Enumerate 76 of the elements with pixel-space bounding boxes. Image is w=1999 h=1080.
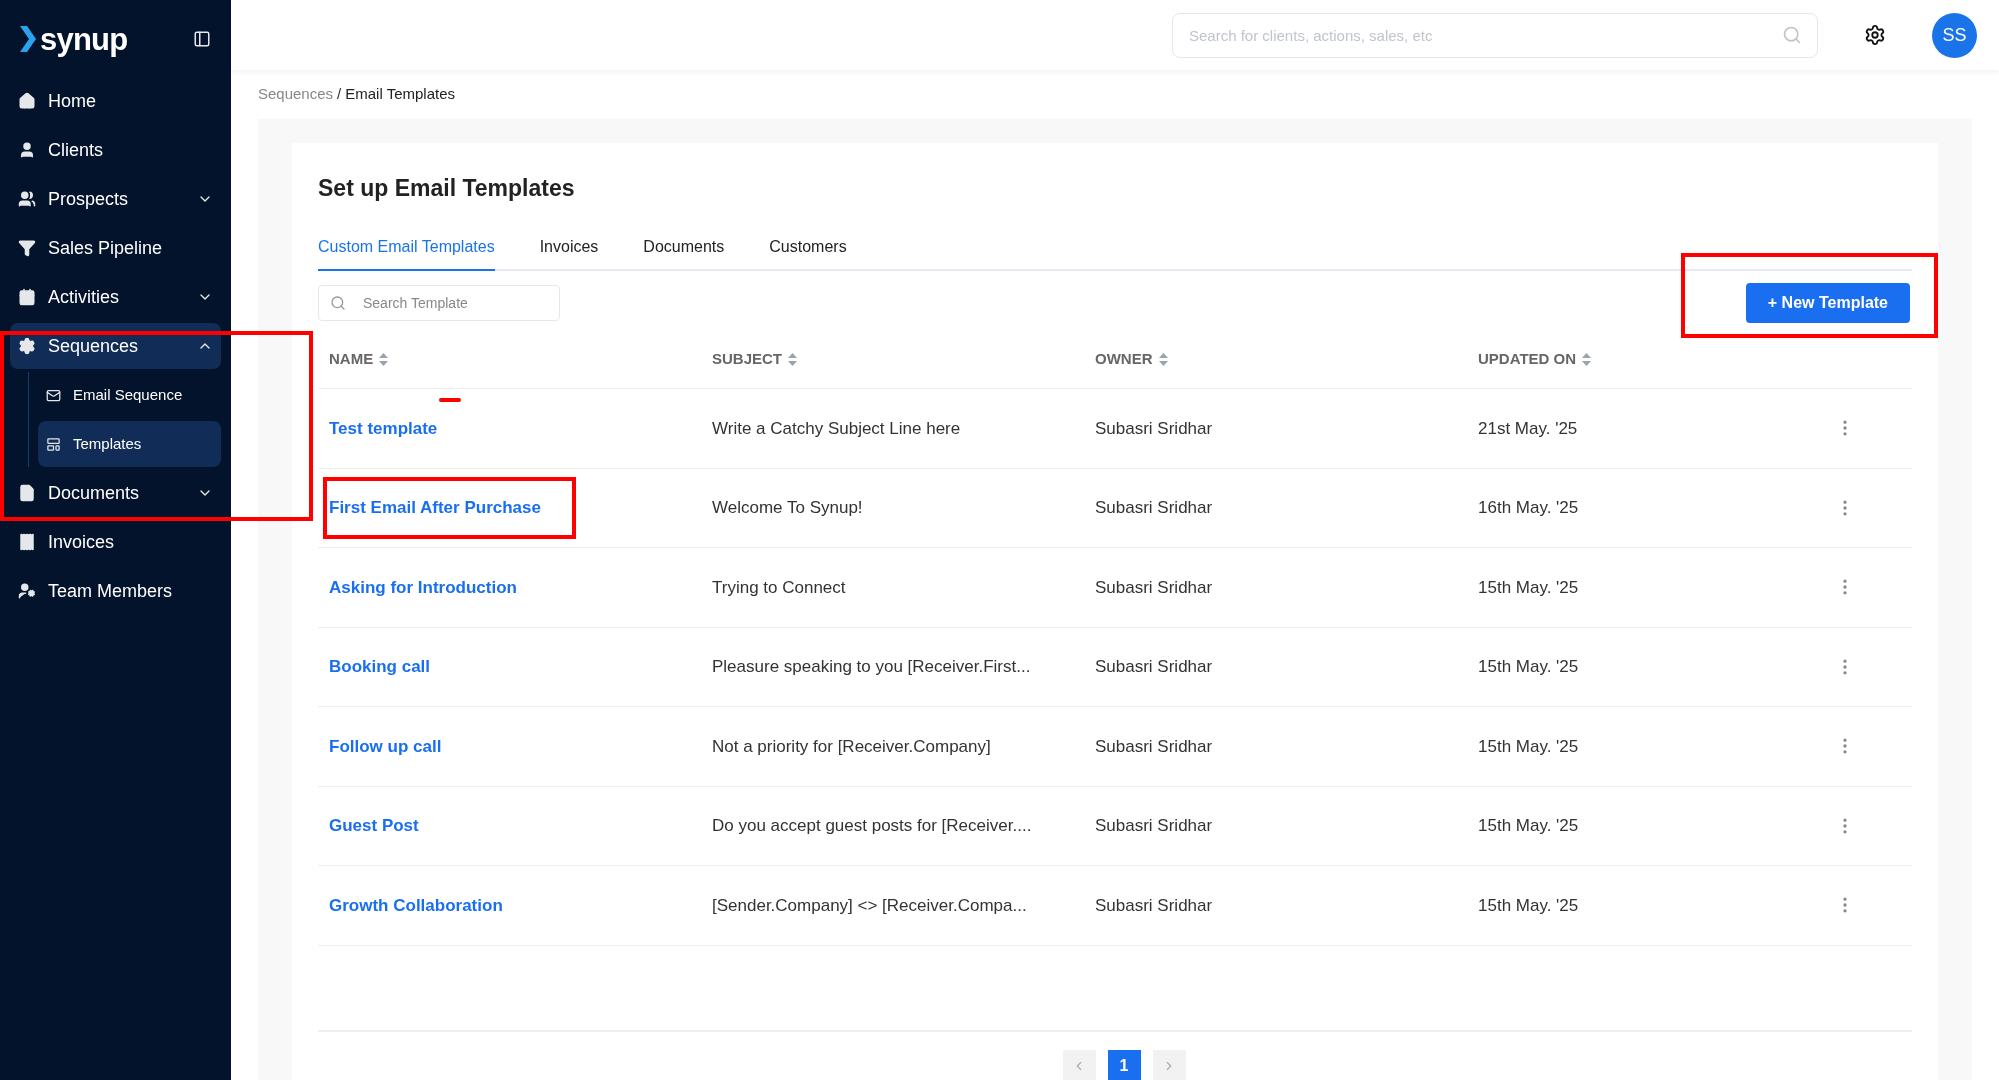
global-search-field[interactable]: Search for clients, actions, sales, etc	[1172, 12, 1818, 58]
table-cell: Subasri Sridhar	[1095, 657, 1213, 676]
table-cell: Trying to Connect	[712, 577, 846, 597]
table-cell: 15th May. '25	[1478, 895, 1579, 915]
nav-icon	[18, 533, 36, 551]
brand-logo[interactable]: synup	[40, 23, 128, 55]
template-name-link[interactable]: Guest Post	[329, 816, 419, 835]
page-button[interactable]: 1	[1107, 1049, 1141, 1080]
template-name-link[interactable]: Asking for Introduction	[329, 577, 517, 597]
sort-icon[interactable]	[1158, 353, 1168, 366]
sort-icon[interactable]	[788, 353, 797, 366]
tab[interactable]: Custom Email Templates	[318, 235, 495, 271]
table-cell: Not a priority for [Receiver.Company]	[712, 736, 991, 756]
table-cell: Subasri Sridhar	[1095, 418, 1213, 438]
nav-icon	[18, 141, 36, 159]
sidebar-item[interactable]: Prospects	[10, 176, 221, 222]
nav-icon	[18, 239, 36, 257]
nav-icon	[18, 337, 36, 355]
table-cell: 21st May. '25	[1478, 418, 1578, 438]
table-cell: [Sender.Company] <> [Receiver.Compa...	[712, 895, 1027, 915]
column-header: SUBJECT	[712, 349, 782, 370]
table-cell: Pleasure speaking to you [Receiver.First...	[712, 657, 1031, 676]
breadcrumb-link[interactable]: Sequences	[258, 83, 334, 106]
table-cell: Subasri Sridhar	[1095, 816, 1213, 835]
settings-icon[interactable]	[1864, 24, 1886, 46]
table-cell: Subasri Sridhar	[1095, 577, 1213, 597]
table-cell: Do you accept guest posts for [Receiver....	[712, 816, 1032, 835]
new-template-button[interactable]: + New Template	[1745, 283, 1910, 323]
logo-chevron-icon	[20, 26, 36, 52]
template-name-link[interactable]: Follow up call	[329, 736, 442, 756]
sidebar-item[interactable]: Sales Pipeline	[10, 225, 221, 271]
nav-icon	[18, 484, 36, 502]
table-cell: 16th May. '25	[1478, 498, 1579, 517]
table-cell: Write a Catchy Subject Line here	[712, 418, 961, 438]
template-name-link[interactable]: Test template	[329, 418, 438, 438]
table-cell: Subasri Sridhar	[1095, 895, 1213, 915]
column-header: NAME	[329, 349, 374, 370]
sidebar-subitem[interactable]: Email Sequence	[38, 372, 221, 418]
template-name-link[interactable]: Growth Collaboration	[329, 895, 503, 915]
breadcrumb-current: Email Templates	[345, 84, 455, 104]
template-search-field[interactable]: Search Template	[318, 285, 560, 321]
search-icon	[330, 295, 346, 311]
sort-icon[interactable]	[379, 353, 389, 366]
nav-icon	[18, 582, 36, 600]
breadcrumb-separator: /	[337, 84, 342, 104]
page-title: Set up Email Templates	[318, 173, 576, 203]
nav-icon	[46, 387, 61, 403]
tab[interactable]: Documents	[643, 235, 725, 271]
tab[interactable]: Invoices	[539, 235, 599, 271]
collapse-sidebar-icon[interactable]	[193, 30, 211, 48]
table-cell: Welcome To Synup!	[712, 498, 863, 517]
table-cell: 15th May. '25	[1478, 736, 1579, 756]
tab[interactable]: Customers	[769, 235, 847, 271]
sidebar-item[interactable]: Documents	[10, 470, 221, 516]
nav-icon	[18, 288, 36, 306]
table-cell: 15th May. '25	[1478, 577, 1579, 597]
nav-icon	[18, 190, 36, 208]
table-cell: Subasri Sridhar	[1095, 736, 1213, 756]
sidebar-item[interactable]: Activities	[10, 274, 221, 320]
sort-icon[interactable]	[1582, 353, 1592, 366]
sidebar-item[interactable]: Home	[10, 78, 221, 124]
user-avatar[interactable]: SS	[1932, 12, 1977, 58]
template-name-link[interactable]: First Email After Purchase	[329, 498, 541, 517]
table-cell: Subasri Sridhar	[1095, 498, 1213, 517]
template-name-link[interactable]: Booking call	[329, 657, 431, 676]
sidebar-item[interactable]: Sequences	[10, 323, 221, 369]
sidebar-item[interactable]: Clients	[10, 127, 221, 173]
nav-icon	[46, 436, 61, 452]
sidebar-item[interactable]: Invoices	[10, 519, 221, 565]
table-cell: 15th May. '25	[1478, 816, 1579, 835]
sidebar-subitem[interactable]: Templates	[38, 421, 221, 467]
table-cell: 15th May. '25	[1478, 657, 1579, 676]
sidebar-item[interactable]: Team Members	[10, 568, 221, 614]
column-header: UPDATED ON	[1478, 349, 1577, 370]
column-header: OWNER	[1095, 349, 1153, 370]
nav-icon	[18, 92, 36, 110]
